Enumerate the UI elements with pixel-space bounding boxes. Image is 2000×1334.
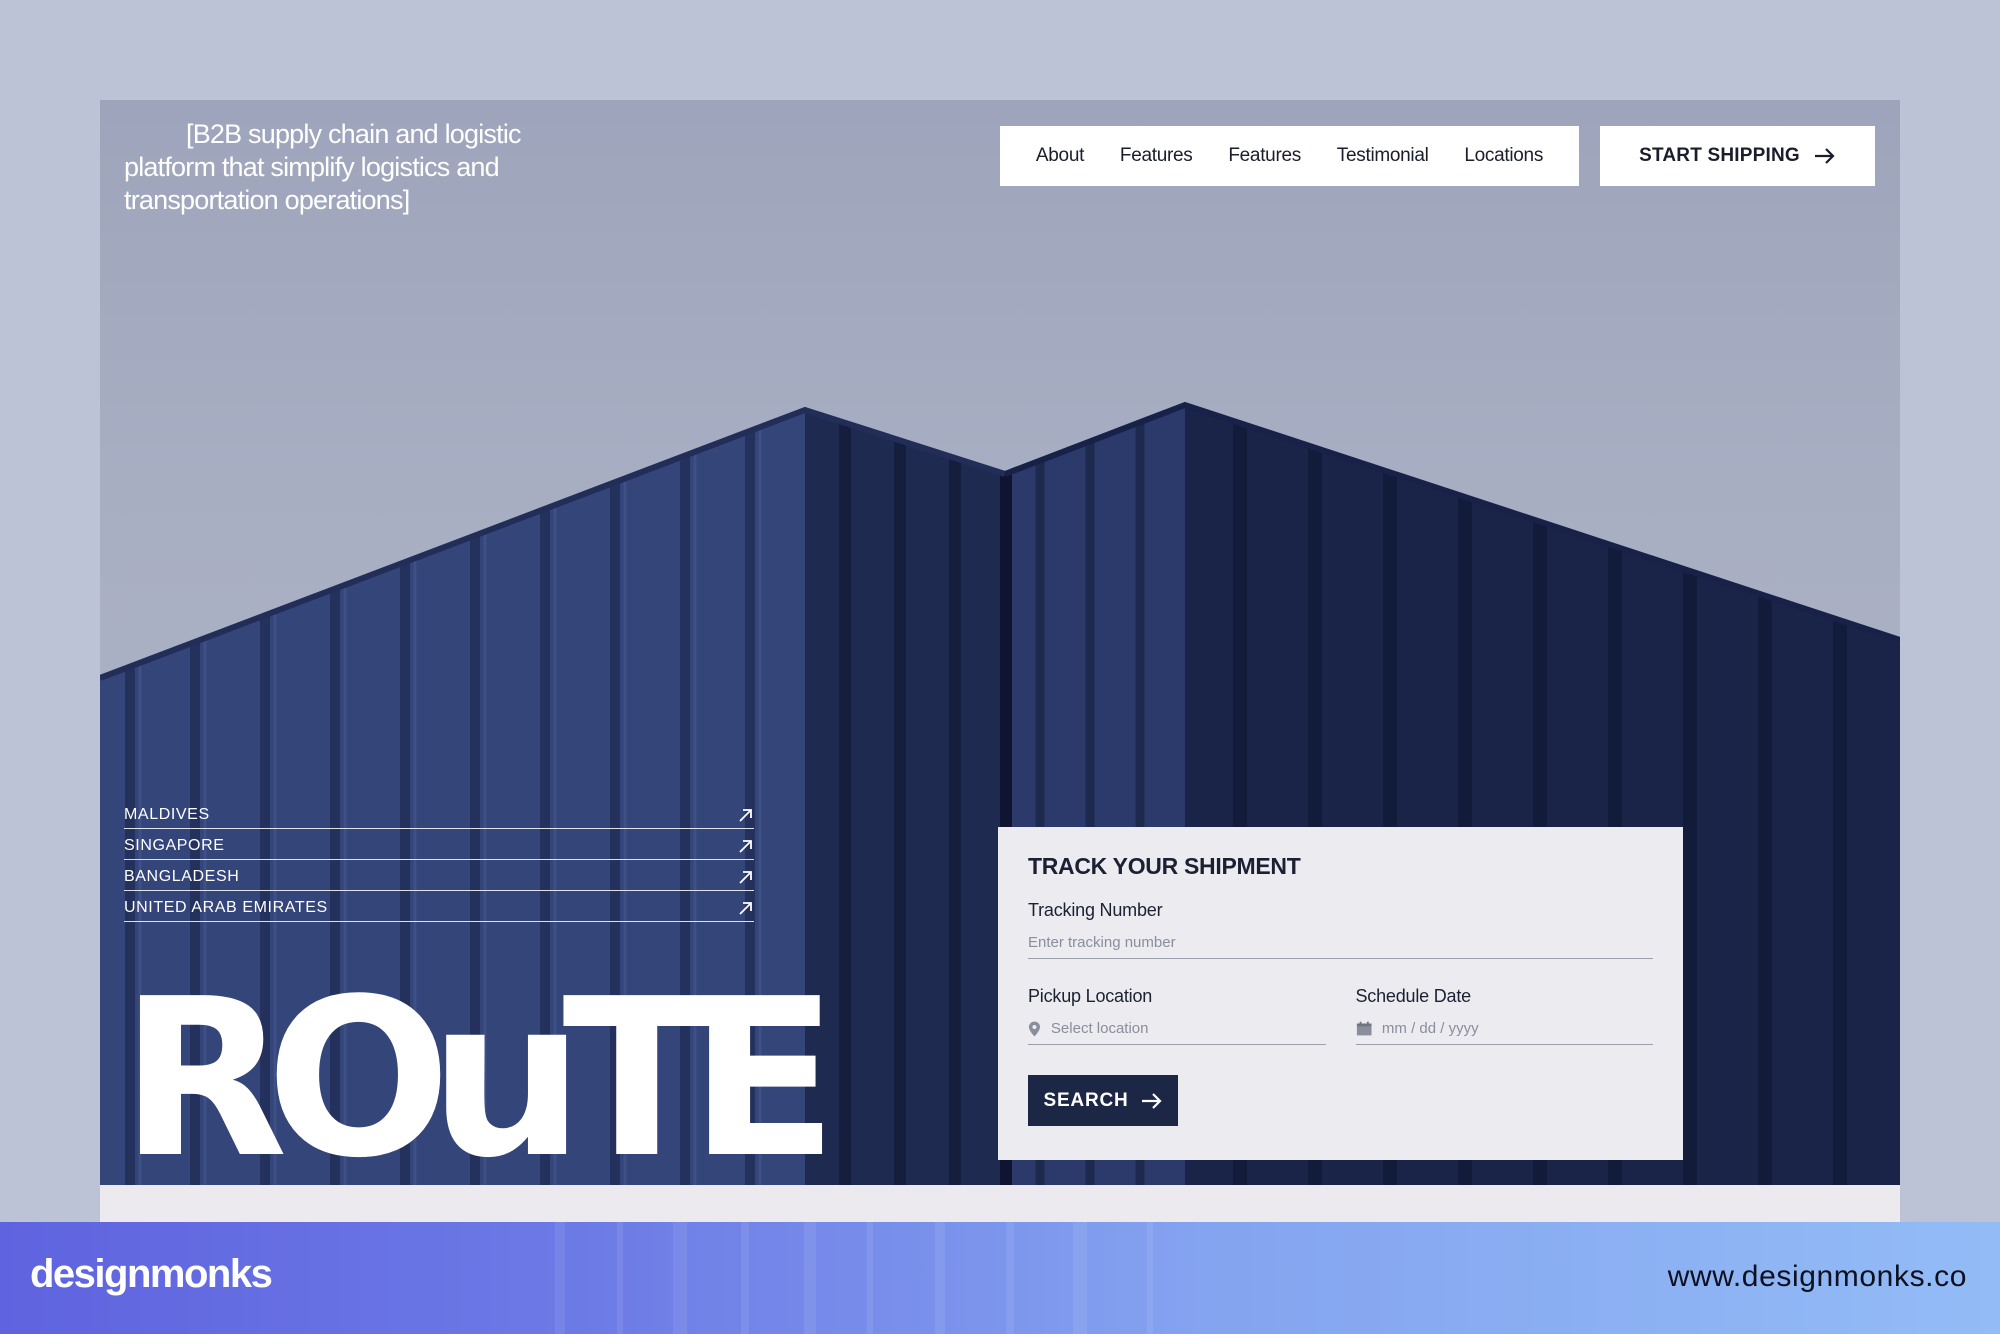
destination-label: SINGAPORE	[124, 837, 225, 854]
schedule-date-input-wrap	[1355, 1013, 1653, 1045]
pickup-location-input[interactable]	[1050, 1020, 1326, 1037]
destination-item-maldives[interactable]: MALDIVES	[124, 798, 754, 829]
schedule-date-field: Schedule Date	[1355, 986, 1653, 1045]
footer-banner: designmonks www.designmonks.co	[0, 1222, 2000, 1334]
destination-label: UNITED ARAB EMIRATES	[124, 899, 328, 916]
nav-item-features-2[interactable]: Features	[1228, 145, 1301, 167]
calendar-icon	[1356, 1021, 1371, 1035]
hero-tagline: [B2B supply chain and logistic platform …	[124, 119, 522, 215]
main-nav: About Features Features Testimonial Loca…	[1000, 126, 1579, 186]
destination-item-bangladesh[interactable]: BANGLADESH	[124, 860, 754, 891]
start-shipping-button[interactable]: START SHIPPING	[1600, 126, 1875, 186]
search-button[interactable]: SEARCH	[1028, 1075, 1178, 1126]
destination-label: BANGLADESH	[124, 868, 240, 885]
pickup-location-input-wrap	[1028, 1013, 1326, 1045]
arrow-up-right-icon	[739, 902, 752, 915]
nav-item-testimonial[interactable]: Testimonial	[1337, 145, 1429, 167]
designmonks-logo: designmonks	[30, 1252, 273, 1296]
map-pin-icon	[1028, 1021, 1040, 1036]
page-frame: [B2B supply chain and logistic platform …	[100, 100, 1900, 1222]
search-label: SEARCH	[1043, 1089, 1129, 1111]
nav-item-about[interactable]: About	[1036, 145, 1084, 167]
arrow-up-right-icon	[739, 840, 752, 853]
hero: [B2B supply chain and logistic platform …	[100, 100, 1900, 1185]
route-logo: ROuTE	[120, 953, 838, 1186]
arrow-right-icon	[1814, 148, 1835, 164]
arrow-up-right-icon	[739, 871, 752, 884]
destination-label: MALDIVES	[124, 806, 210, 823]
nav-item-locations[interactable]: Locations	[1464, 145, 1543, 167]
destination-list: MALDIVES SINGAPORE BANGLADESH UNITED ARA…	[124, 798, 754, 922]
pickup-date-row: Pickup Location Schedule Date	[1028, 986, 1653, 1045]
arrow-right-icon	[1141, 1092, 1162, 1109]
nav-item-features[interactable]: Features	[1120, 145, 1193, 167]
tracking-number-field: Tracking Number	[1028, 900, 1653, 959]
start-shipping-label: START SHIPPING	[1639, 145, 1800, 166]
destination-item-uae[interactable]: UNITED ARAB EMIRATES	[124, 891, 754, 922]
site-url[interactable]: www.designmonks.co	[1668, 1260, 1967, 1294]
destination-item-singapore[interactable]: SINGAPORE	[124, 829, 754, 860]
tracking-number-label: Tracking Number	[1028, 900, 1163, 920]
pickup-location-label: Pickup Location	[1028, 986, 1153, 1006]
schedule-date-label: Schedule Date	[1355, 986, 1472, 1006]
arrow-up-right-icon	[739, 809, 752, 822]
tracking-number-input[interactable]	[1028, 934, 1653, 951]
schedule-date-input[interactable]	[1381, 1020, 1653, 1037]
pickup-location-field: Pickup Location	[1028, 986, 1326, 1045]
track-shipment-panel: TRACK YOUR SHIPMENT Tracking Number Pick…	[998, 827, 1683, 1160]
track-title: TRACK YOUR SHIPMENT	[1028, 853, 1301, 879]
tracking-number-input-wrap	[1028, 927, 1653, 959]
